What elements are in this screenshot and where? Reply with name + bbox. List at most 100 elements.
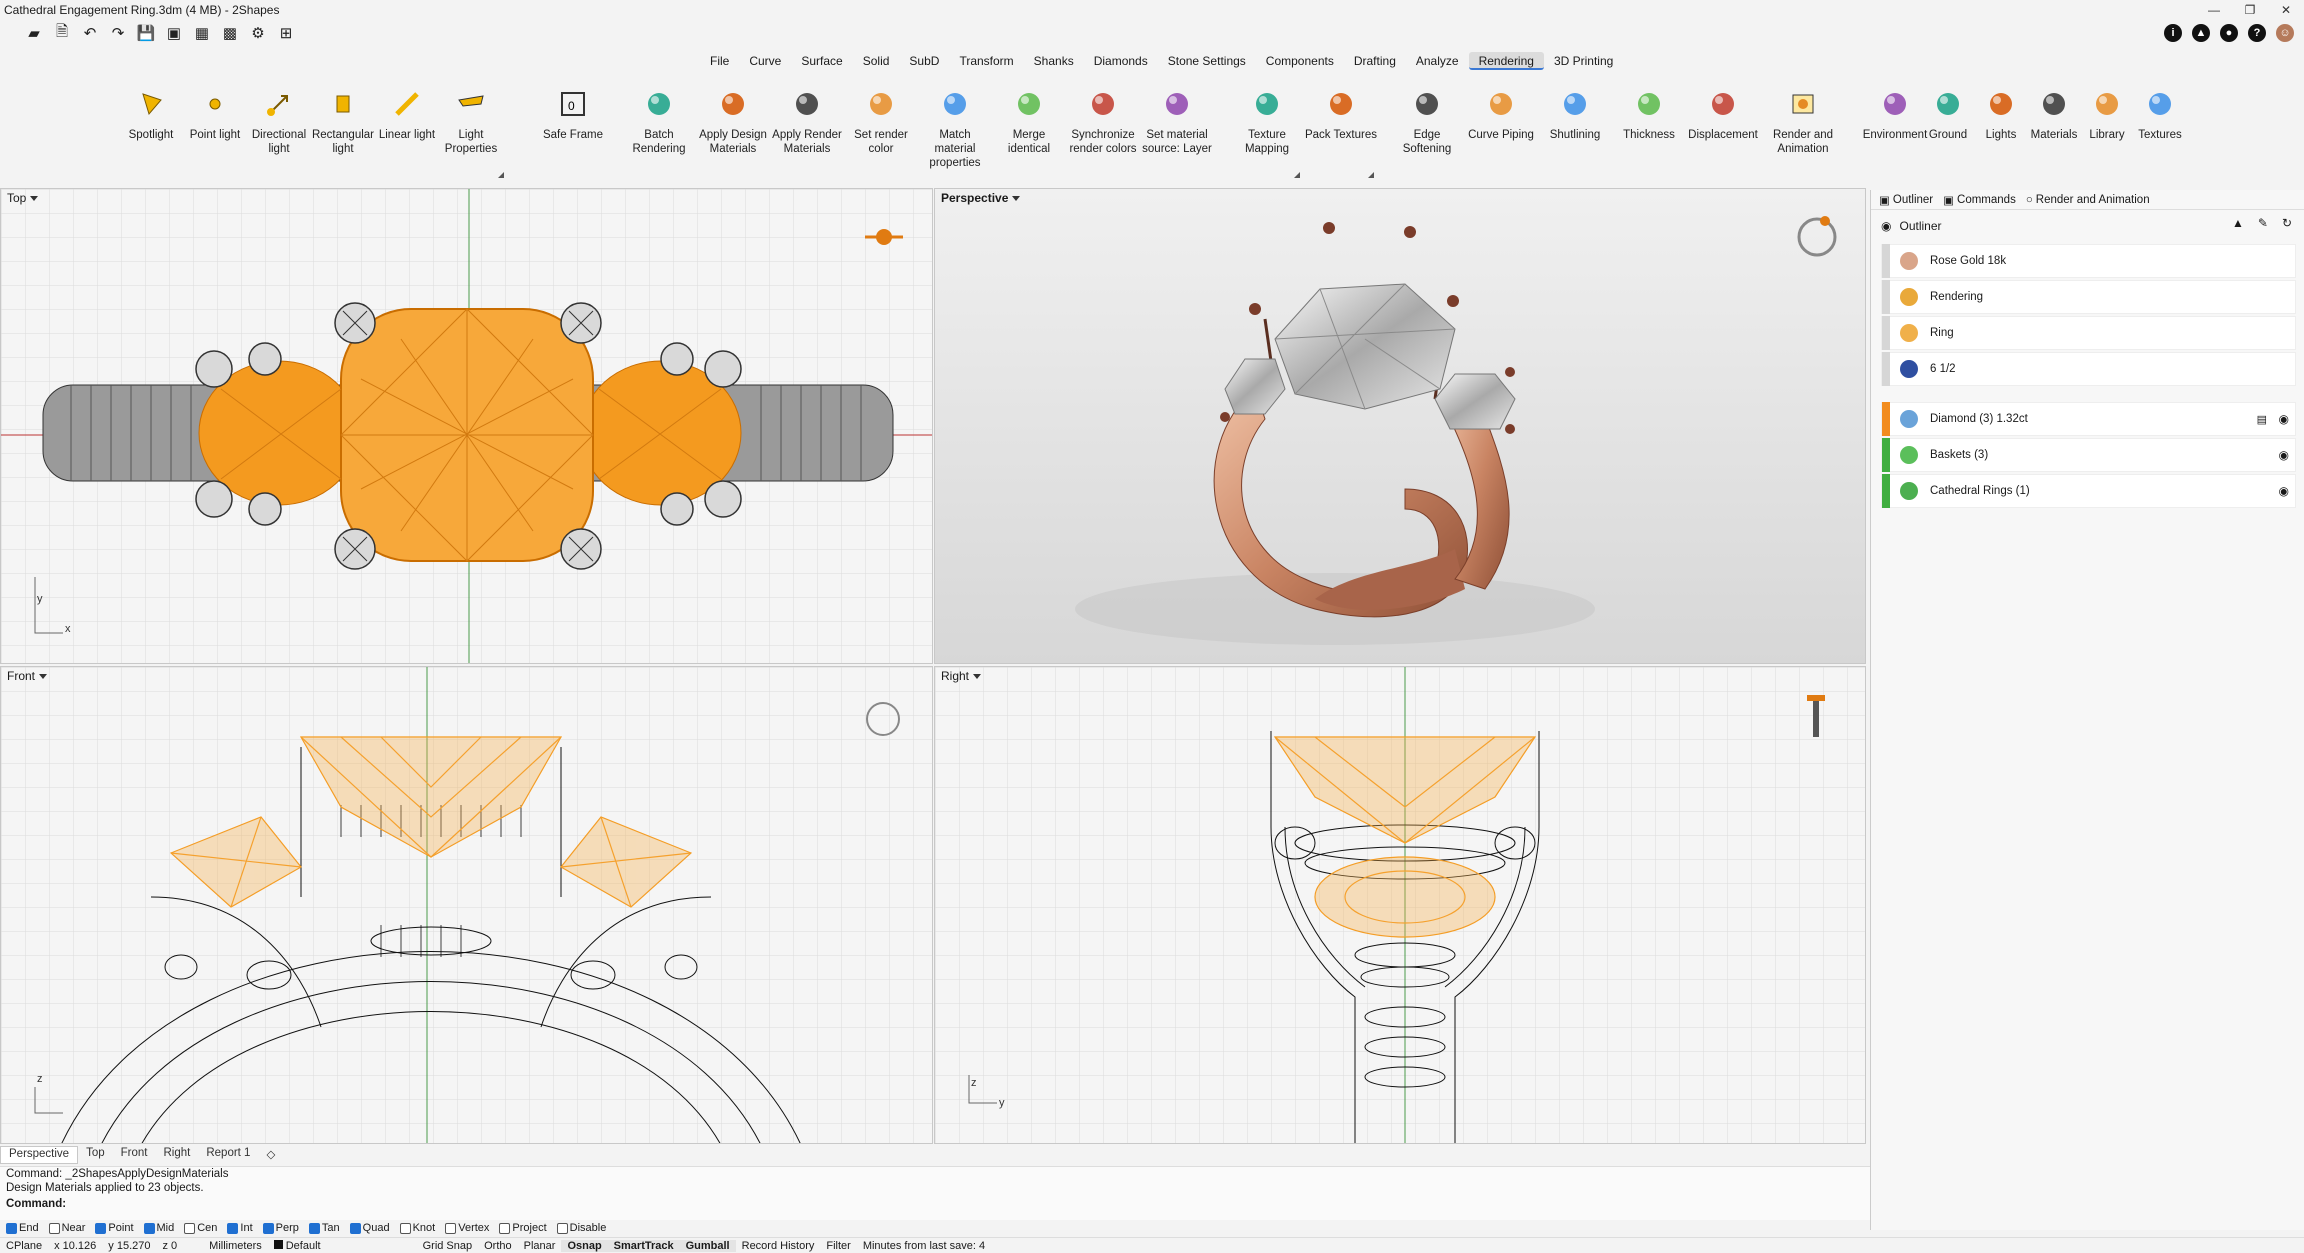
maximize-button[interactable]: ❐ [2232,0,2268,20]
tab-right[interactable]: Right [155,1146,198,1164]
menu-surface[interactable]: Surface [791,52,852,70]
menu-components[interactable]: Components [1256,52,1344,70]
undo-icon[interactable]: ↶ [80,23,100,43]
filter-toggle[interactable]: Filter [820,1240,856,1252]
osnap-near[interactable]: Near [48,1222,85,1234]
osnap-vertex[interactable]: Vertex [445,1222,489,1234]
ortho-toggle[interactable]: Ortho [478,1240,518,1252]
eye-icon[interactable]: ◉ [2279,484,2289,498]
expand-corner-icon[interactable] [498,172,504,178]
osnap-disable[interactable]: Disable [556,1222,606,1234]
pack-textures-button[interactable]: Pack Textures [1304,80,1378,178]
viewport-perspective[interactable]: Perspective [934,188,1866,664]
osnap-knot[interactable]: Knot [399,1222,435,1234]
tab-perspective[interactable]: Perspective [0,1146,79,1164]
checkbox-icon[interactable] [445,1222,457,1234]
match-material-button[interactable]: Match material properties [918,80,992,170]
apply-render-materials-button[interactable]: Apply Render Materials [770,80,844,156]
checkbox-icon[interactable] [349,1222,361,1234]
texture-mapping-button[interactable]: Texture Mapping [1230,80,1304,178]
group-tool-icon[interactable]: ▩ [220,23,240,43]
menu-3d-printing[interactable]: 3D Printing [1544,52,1623,70]
viewport-front[interactable]: Front z [0,666,933,1144]
layer-details-icon[interactable]: ▤ [2257,413,2267,426]
viewport-top[interactable]: Top y x [0,188,933,664]
linear-light-button[interactable]: Linear light [370,80,444,142]
chevron-down-icon[interactable] [1012,195,1021,201]
record-history-toggle[interactable]: Record History [736,1240,821,1252]
apply-design-materials-button[interactable]: Apply Design Materials [696,80,770,156]
menu-solid[interactable]: Solid [853,52,900,70]
point-light-button[interactable]: Point light [178,80,252,142]
gumball-toggle[interactable]: Gumball [679,1239,736,1252]
minimize-button[interactable]: — [2196,0,2232,20]
viewport-front-title[interactable]: Front [7,669,48,683]
panel-tab-render-and-animation[interactable]: ○ Render and Animation [2026,194,2150,206]
new-document-icon[interactable]: 🗎 [52,23,72,43]
osnap-tan[interactable]: Tan [308,1222,340,1234]
render-and-animation-button[interactable]: Render and Animation [1766,80,1840,156]
smarttrack-toggle[interactable]: SmartTrack [607,1239,680,1252]
checkbox-icon[interactable] [48,1222,60,1234]
outliner-item[interactable]: 6 1/2 [1881,352,2296,386]
tab-top[interactable]: Top [78,1146,113,1164]
edit-icon[interactable]: ✎ [2258,216,2268,230]
edge-softening-button[interactable]: Edge Softening [1390,80,1464,156]
set-render-color-button[interactable]: Set render color [844,80,918,156]
batch-rendering-button[interactable]: Batch Rendering [622,80,696,156]
osnap-end[interactable]: End [6,1222,39,1234]
rectangular-light-button[interactable]: Rectangular light [306,80,380,156]
options-icon[interactable]: ⚙ [248,23,268,43]
save-as-icon[interactable]: ▣ [164,23,184,43]
expand-corner-icon[interactable] [1294,172,1300,178]
checkbox-icon[interactable] [143,1222,155,1234]
menu-curve[interactable]: Curve [739,52,791,70]
learn-icon[interactable]: ▲ [2192,24,2210,42]
checkbox-icon[interactable] [184,1222,196,1234]
outliner-item[interactable]: Rendering [1881,280,2296,314]
cplane-label[interactable]: CPlane [0,1240,48,1252]
menu-shanks[interactable]: Shanks [1024,52,1084,70]
menu-drafting[interactable]: Drafting [1344,52,1406,70]
open-icon[interactable]: ▰ [24,23,44,43]
lock-layers-icon[interactable]: ▲ [2232,216,2244,230]
textures-button[interactable]: Textures [2123,80,2197,142]
checkbox-icon[interactable] [95,1222,107,1234]
expand-corner-icon[interactable] [1368,172,1374,178]
spotlight-button[interactable]: Spotlight [114,80,188,142]
panel-tab-commands[interactable]: ▣ Commands [1943,193,2016,207]
osnap-point[interactable]: Point [95,1222,134,1234]
units-label[interactable]: Millimeters [203,1240,268,1252]
checkbox-icon[interactable] [262,1222,274,1234]
add-viewport-tab-icon[interactable]: ◇ [258,1146,283,1164]
grid-snap-toggle[interactable]: Grid Snap [417,1240,479,1252]
osnap-perp[interactable]: Perp [262,1222,299,1234]
layer-item[interactable]: Cathedral Rings (1) ◉ [1881,474,2296,508]
osnap-mid[interactable]: Mid [143,1222,174,1234]
layer-item[interactable]: Baskets (3) ◉ [1881,438,2296,472]
layer-item[interactable]: Diamond (3) 1.32ct ◉ ▤ [1881,402,2296,436]
viewport-right[interactable]: Right z y [934,666,1866,1144]
osnap-project[interactable]: Project [499,1222,547,1234]
grid-tool-icon[interactable]: ▦ [192,23,212,43]
save-icon[interactable]: 💾 [136,23,156,43]
curve-piping-button[interactable]: Curve Piping [1464,80,1538,142]
eye-icon[interactable]: ◉ [2279,448,2289,462]
displacement-button[interactable]: Displacement [1686,80,1760,142]
checkbox-icon[interactable] [227,1222,239,1234]
viewport-perspective-title[interactable]: Perspective [941,191,1021,205]
outliner-item[interactable]: Ring [1881,316,2296,350]
checkbox-icon[interactable] [399,1222,411,1234]
light-properties-button[interactable]: Light Properties [434,80,508,178]
outliner-item[interactable]: Rose Gold 18k [1881,244,2296,278]
tab-front[interactable]: Front [113,1146,156,1164]
info-icon[interactable]: i [2164,24,2182,42]
layout-tool-icon[interactable]: ⊞ [276,23,296,43]
osnap-toggle[interactable]: Osnap [561,1239,608,1252]
help-icon[interactable]: ? [2248,24,2266,42]
directional-light-button[interactable]: Directional light [242,80,316,156]
viewport-top-title[interactable]: Top [7,191,39,205]
checkbox-icon[interactable] [6,1222,17,1234]
osnap-int[interactable]: Int [227,1222,253,1234]
checkbox-icon[interactable] [499,1222,511,1234]
